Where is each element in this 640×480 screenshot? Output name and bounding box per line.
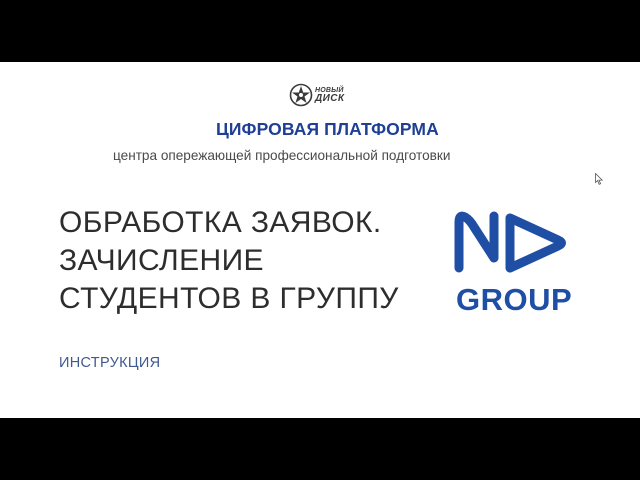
mouse-pointer-icon [595, 173, 603, 185]
slide-title-line-1: ОБРАБОТКА ЗАЯВОК. [59, 206, 382, 239]
partner-logo: НОВЫЙ ДИСК [289, 82, 344, 108]
brand-logo: GROUP [450, 208, 578, 320]
platform-subtitle: центра опережающей профессиональной подг… [113, 148, 451, 163]
letterbox-bottom [0, 418, 640, 480]
document-type-label: ИНСТРУКЦИЯ [59, 355, 161, 371]
partner-wordmark: НОВЫЙ ДИСК [315, 87, 344, 104]
nd-logo-icon [454, 211, 566, 273]
video-frame: НОВЫЙ ДИСК ЦИФРОВАЯ ПЛАТФОРМА центра опе… [0, 0, 640, 480]
platform-title: ЦИФРОВАЯ ПЛАТФОРМА [216, 119, 439, 139]
slide-title-line-3: СТУДЕНТОВ В ГРУППУ [59, 282, 399, 315]
brand-name: GROUP [456, 282, 573, 317]
presentation-slide: НОВЫЙ ДИСК ЦИФРОВАЯ ПЛАТФОРМА центра опе… [0, 62, 640, 418]
letterbox-top [0, 0, 640, 62]
slide-title-line-2: ЗАЧИСЛЕНИЕ [59, 244, 264, 277]
partner-name-line2: ДИСК [315, 92, 345, 104]
globe-star-icon [289, 83, 313, 107]
slide-title: ОБРАБОТКА ЗАЯВОК. ЗАЧИСЛЕНИЕ СТУДЕНТОВ В… [59, 204, 399, 318]
